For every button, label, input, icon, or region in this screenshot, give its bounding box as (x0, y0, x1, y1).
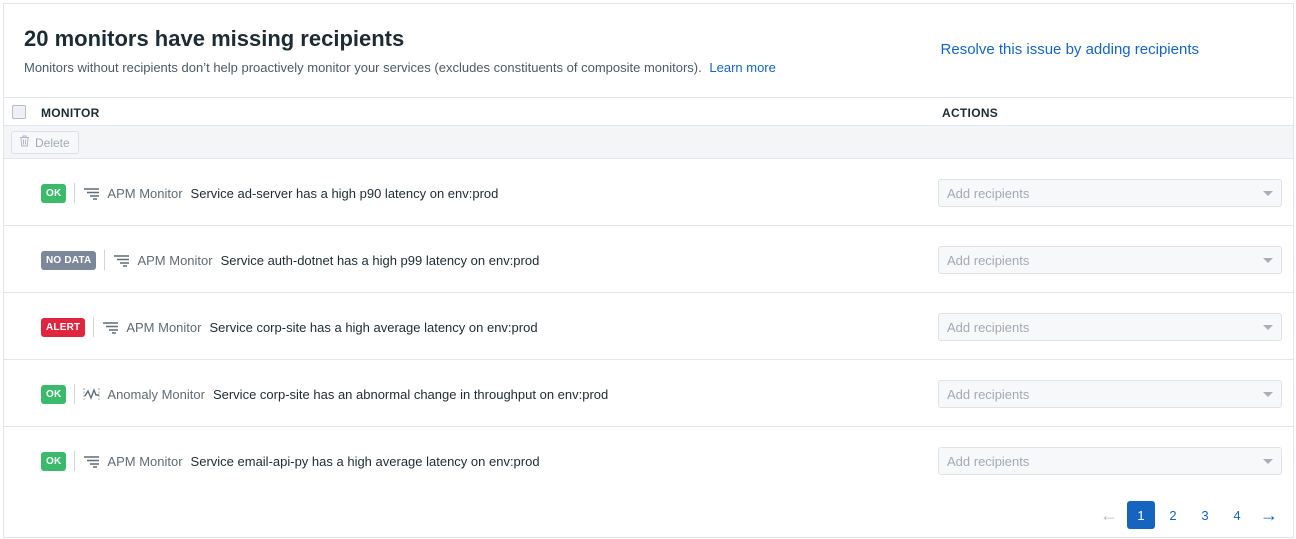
page-button-3[interactable]: 3 (1191, 501, 1219, 529)
monitor-summary: OK APM Monitor Service email-api-py has … (41, 427, 540, 494)
page-button-1[interactable]: 1 (1127, 501, 1155, 529)
add-recipients-select[interactable]: Add recipients (938, 380, 1282, 408)
previous-page-arrow-icon[interactable]: ← (1095, 501, 1123, 529)
recipients-placeholder: Add recipients (947, 387, 1030, 402)
recipients-placeholder: Add recipients (947, 454, 1030, 469)
status-badge: NO DATA (41, 250, 97, 270)
recipients-placeholder: Add recipients (947, 186, 1030, 201)
resolve-issue-link[interactable]: Resolve this issue by adding recipients (941, 41, 1199, 58)
table-row[interactable]: OK Anomaly Monitor Service corp-site has… (4, 360, 1293, 427)
monitor-type-label: APM Monitor (137, 252, 213, 268)
monitor-name-link[interactable]: Service ad-server has a high p90 latency… (191, 186, 499, 201)
monitor-type-label: APM Monitor (107, 453, 183, 469)
add-recipients-select[interactable]: Add recipients (938, 313, 1282, 341)
divider (74, 384, 76, 404)
divider (104, 250, 106, 270)
apm-icon (83, 186, 100, 200)
chevron-down-icon (1263, 459, 1273, 464)
page-subtitle: Monitors without recipients don’t help p… (24, 60, 776, 75)
table-row[interactable]: OK APM Monitor Service email-api-py has … (4, 427, 1293, 494)
column-header-actions: ACTIONS (942, 106, 999, 120)
anomaly-icon (83, 387, 100, 401)
add-recipients-select[interactable]: Add recipients (938, 246, 1282, 274)
status-badge: OK (41, 183, 67, 203)
page-button-2[interactable]: 2 (1159, 501, 1187, 529)
monitor-summary: OK APM Monitor Service ad-server has a h… (41, 159, 498, 226)
delete-label: Delete (35, 135, 70, 150)
chevron-down-icon (1263, 191, 1273, 196)
table-header: MONITOR ACTIONS (4, 98, 1293, 126)
delete-button[interactable]: Delete (11, 131, 79, 154)
panel-header: 20 monitors have missing recipients Moni… (4, 4, 1293, 98)
select-all-checkbox[interactable] (12, 105, 26, 119)
monitor-name-link[interactable]: Service corp-site has a high average lat… (209, 320, 537, 335)
chevron-down-icon (1263, 325, 1273, 330)
monitor-summary: OK Anomaly Monitor Service corp-site has… (41, 360, 608, 427)
status-badge: OK (41, 384, 67, 404)
recipients-placeholder: Add recipients (947, 320, 1030, 335)
monitor-summary: ALERT APM Monitor Service corp-site has … (41, 293, 538, 360)
subtitle-text: Monitors without recipients don’t help p… (24, 60, 702, 75)
apm-icon (113, 253, 130, 267)
apm-icon (83, 454, 100, 468)
table-row[interactable]: OK APM Monitor Service ad-server has a h… (4, 159, 1293, 226)
status-badge: ALERT (41, 317, 86, 337)
chevron-down-icon (1263, 258, 1273, 263)
recipients-placeholder: Add recipients (947, 253, 1030, 268)
divider (74, 183, 76, 203)
bulk-actions-toolbar: Delete (4, 126, 1293, 159)
monitor-type-label: APM Monitor (126, 319, 202, 335)
monitor-summary: NO DATA APM Monitor Service auth-dotnet … (41, 226, 539, 293)
missing-recipients-panel: 20 monitors have missing recipients Moni… (3, 3, 1294, 538)
monitor-type-label: Anomaly Monitor (107, 386, 205, 402)
learn-more-link[interactable]: Learn more (709, 60, 775, 75)
table-row[interactable]: NO DATA APM Monitor Service auth-dotnet … (4, 226, 1293, 293)
trash-icon (19, 135, 30, 150)
monitor-list: OK APM Monitor Service ad-server has a h… (4, 159, 1293, 494)
monitor-name-link[interactable]: Service corp-site has an abnormal change… (213, 387, 608, 402)
divider (93, 317, 95, 337)
page-title: 20 monitors have missing recipients (24, 26, 405, 51)
chevron-down-icon (1263, 392, 1273, 397)
next-page-arrow-icon[interactable]: → (1255, 501, 1283, 529)
divider (74, 451, 76, 471)
add-recipients-select[interactable]: Add recipients (938, 447, 1282, 475)
pagination: ← 1 2 3 4 → (1095, 501, 1283, 529)
apm-icon (102, 320, 119, 334)
monitor-name-link[interactable]: Service auth-dotnet has a high p99 laten… (221, 253, 540, 268)
table-row[interactable]: ALERT APM Monitor Service corp-site has … (4, 293, 1293, 360)
add-recipients-select[interactable]: Add recipients (938, 179, 1282, 207)
monitor-type-label: APM Monitor (107, 185, 183, 201)
monitor-name-link[interactable]: Service email-api-py has a high average … (191, 454, 540, 469)
status-badge: OK (41, 451, 67, 471)
page-button-4[interactable]: 4 (1223, 501, 1251, 529)
column-header-monitor[interactable]: MONITOR (41, 106, 100, 120)
